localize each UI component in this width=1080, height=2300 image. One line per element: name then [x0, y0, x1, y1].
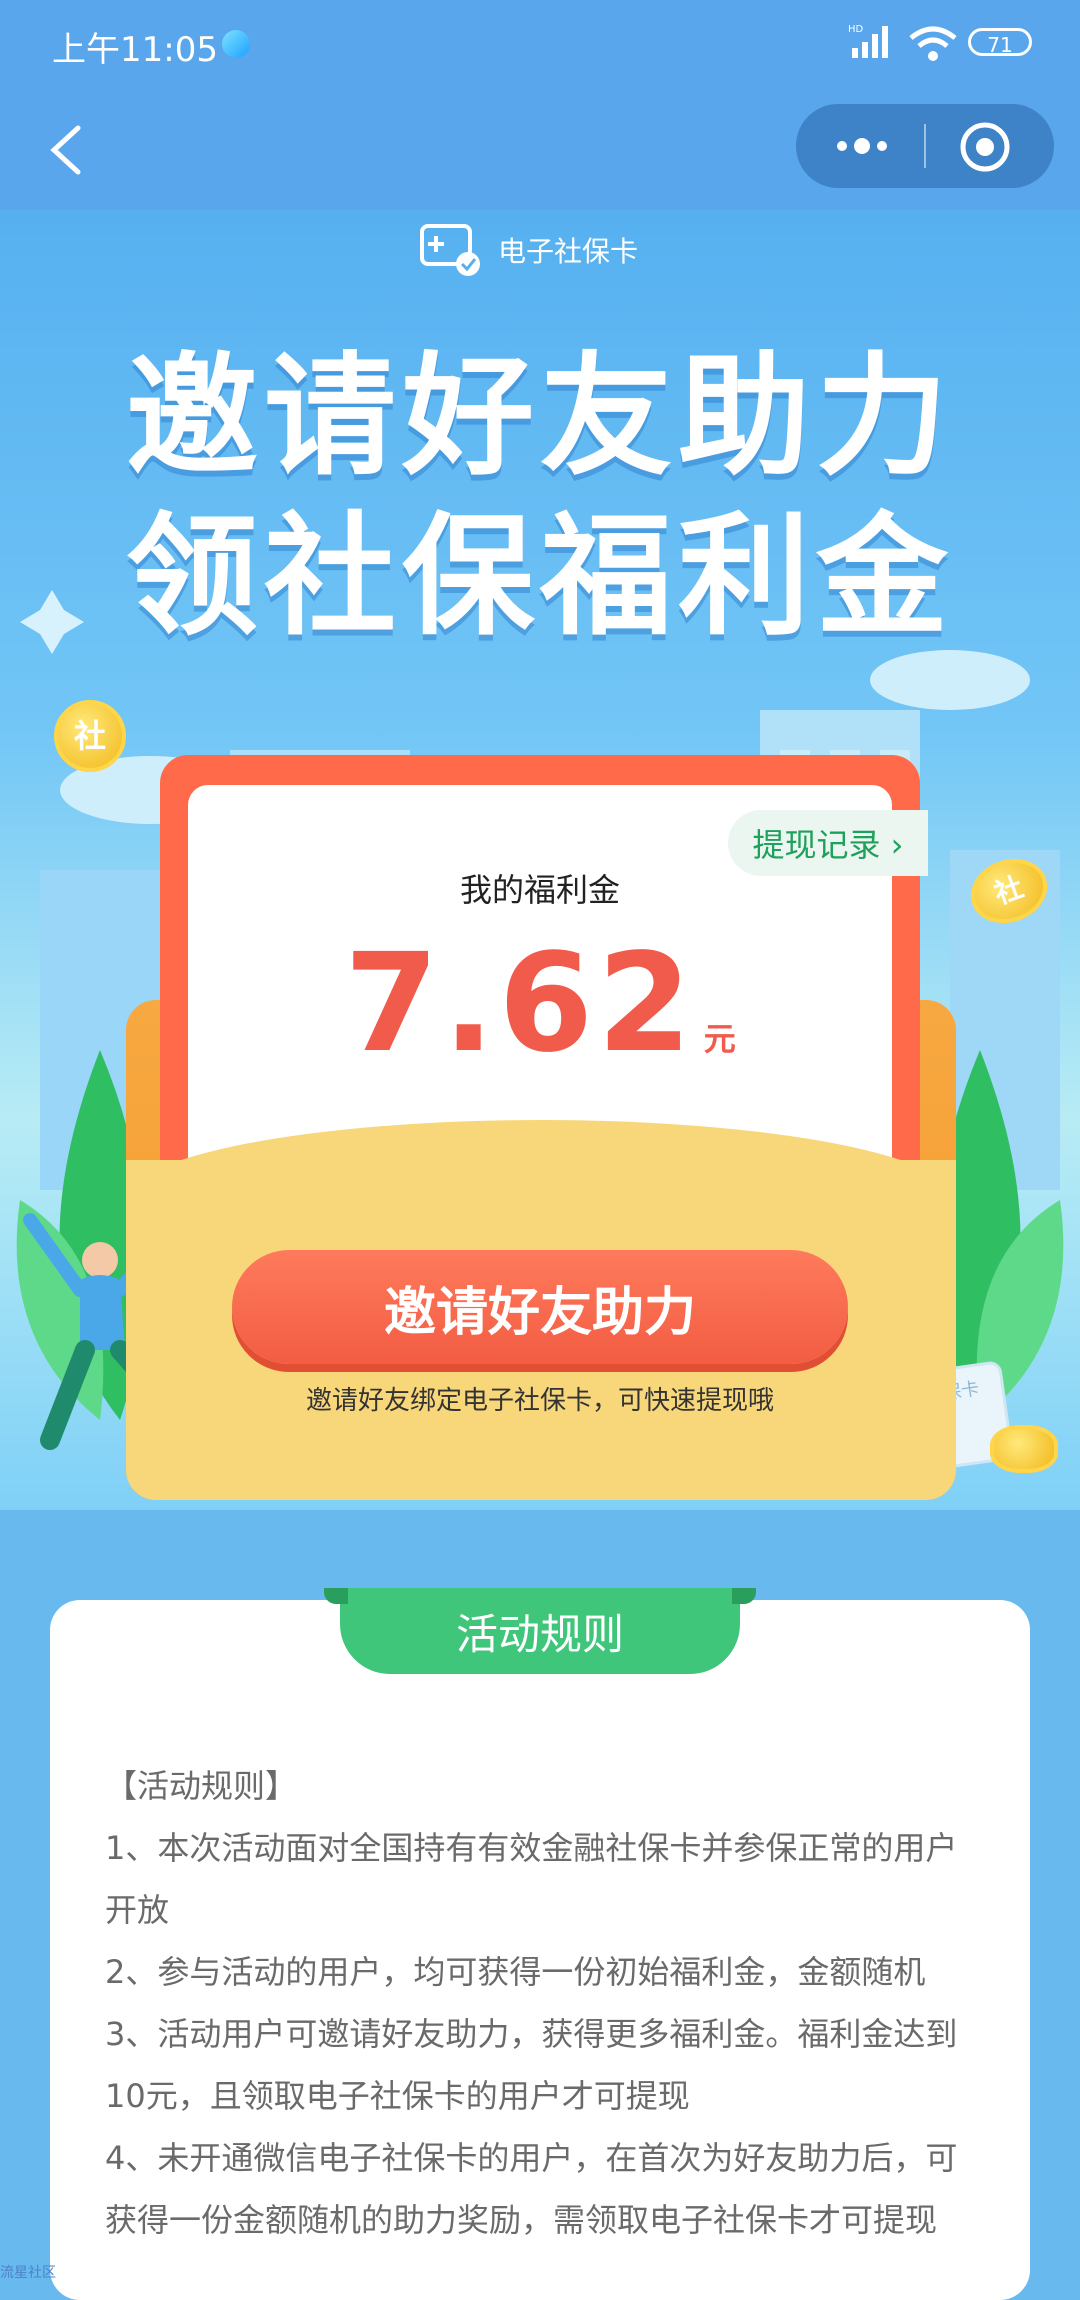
nav-bar — [0, 90, 1080, 210]
rules-line: 4、未开通微信电子社保卡的用户，在首次为好友助力后，可获得一份金额随机的助力奖励… — [105, 2139, 958, 2239]
status-bar: 上午11:05 HD 71 — [0, 0, 1080, 90]
coin-icon: 社 — [54, 700, 126, 772]
invite-friends-button[interactable]: 邀请好友助力 — [232, 1250, 848, 1364]
hero-banner: 电子社保卡 邀请好友助力 领社保福利金 社 社 社保卡 我的福利金 7.62元 … — [0, 210, 1080, 1510]
welfare-amount-row: 7.62 元 — [188, 925, 892, 1083]
rules-line: 2、参与活动的用户，均可获得一份初始福利金，金额随机 — [105, 1953, 926, 1991]
wifi-icon — [909, 26, 957, 61]
status-time: 上午11:05 — [52, 30, 218, 70]
rules-line: 1、本次活动面对全国持有有效金融社保卡并参保正常的用户开放 — [105, 1829, 958, 1929]
welfare-amount: 7.62 — [344, 925, 696, 1083]
app-notification-icon — [222, 30, 250, 58]
rules-text: 【活动规则】 1、本次活动面对全国持有有效金融社保卡并参保正常的用户开放 2、参与活… — [105, 1755, 985, 2251]
capsule-divider — [924, 124, 926, 168]
watermark: 流星社区 — [0, 2265, 56, 2281]
signal-icon: HD — [848, 24, 888, 58]
amount-unit: 元 — [703, 1020, 736, 1058]
coin-stack-icon — [990, 1425, 1058, 1473]
brand-header: 电子社保卡 — [420, 220, 638, 280]
more-dots-icon[interactable] — [832, 124, 892, 168]
hero-title-line2: 领社保福利金 — [126, 500, 954, 654]
rules-line: 3、活动用户可邀请好友助力，获得更多福利金。福利金达到10元，且领取电子社保卡的… — [105, 2015, 958, 2115]
brand-name: 电子社保卡 — [498, 235, 639, 268]
rules-line: 【活动规则】 — [105, 1767, 298, 1805]
target-circle-icon[interactable] — [958, 120, 1012, 174]
back-chevron-icon[interactable] — [40, 120, 100, 180]
battery-indicator: 71 — [968, 28, 1032, 57]
social-security-card-icon — [420, 224, 480, 276]
network-type-label: HD — [848, 24, 864, 35]
mini-program-capsule — [796, 104, 1054, 188]
invite-subtitle: 邀请好友绑定电子社保卡，可快速提现哦 — [305, 1386, 774, 1416]
withdraw-record-button[interactable]: 提现记录 › — [728, 810, 928, 876]
rules-tab: 活动规则 — [324, 1588, 756, 1674]
